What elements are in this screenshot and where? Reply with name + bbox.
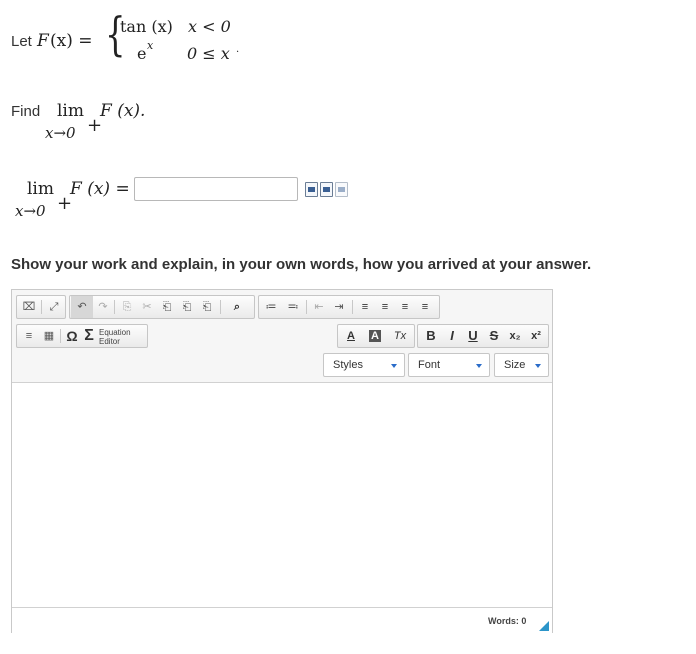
case2-exponent: x [147,39,154,52]
answer-lim-subscript: x→0 [15,202,46,220]
toolbar-separator [60,329,61,343]
font-dropdown-label: Font [418,359,441,371]
copy-icon[interactable]: ⎘ [118,296,136,318]
answer-lim-word: lim [27,179,54,199]
underline-button[interactable]: U [464,325,482,347]
math-preview-icon[interactable] [305,182,318,197]
align-right-icon[interactable]: ≡ [396,296,414,318]
equation-editor-label[interactable]: Equation Editor [99,328,131,346]
styles-dropdown[interactable]: Styles [323,353,405,377]
case1-condition: x < 0 [188,17,231,36]
rich-text-editor: ⌧ ⤢ ↶ ↷ ⎘ ✂ ⎗ ⎗ ⎗ ⌕ ≔ ≕ ⇤ ⇥ ≡ ≡ ≡ ≡ ≡ ▦ … [11,289,553,633]
background-color-icon[interactable]: A [365,325,385,347]
undo-icon[interactable]: ↶ [71,296,93,318]
paste-icon[interactable]: ⎗ [158,296,176,318]
toolbar-separator [114,300,115,314]
toolbar-group-basicstyles: B I U S x₂ x² [417,324,549,348]
special-char-icon[interactable]: Ω [64,325,80,347]
trailing-period: . [236,44,240,55]
find-word: Find [11,103,41,120]
text-color-icon[interactable]: A [341,325,361,347]
answer-lim-function: F (x) = [70,179,130,199]
styles-dropdown-label: Styles [333,359,363,371]
lim-function: F (x). [100,101,146,121]
source-icon[interactable]: ⌧ [20,296,38,318]
editor-footer: Words: 0 [12,607,552,633]
case2-expression: e [137,44,147,63]
bulleted-list-icon[interactable]: ≕ [284,296,302,318]
horizontal-rule-icon[interactable]: ≡ [20,325,38,347]
word-count: Words: 0 [488,616,527,626]
work-prompt: Show your work and explain, in your own … [11,256,592,273]
strikethrough-button[interactable]: S [485,325,503,347]
remove-format-icon[interactable]: Tx [390,325,410,347]
toolbar-group-clipboard: ↶ ↷ ⎘ ✂ ⎗ ⎗ ⎗ ⌕ [69,295,255,319]
numbered-list-icon[interactable]: ≔ [262,296,280,318]
align-justify-icon[interactable]: ≡ [416,296,434,318]
size-dropdown-label: Size [504,359,526,371]
answer-input[interactable] [134,177,298,201]
styles-dropdown-arrow-icon [391,364,397,368]
size-dropdown[interactable]: Size [494,353,549,377]
case1-expression: tan (x) [120,17,173,36]
func-arg: (x) = [50,31,93,51]
indent-icon[interactable]: ⇥ [330,296,348,318]
toolbar-group-document: ⌧ ⤢ [16,295,66,319]
equation-label-line2: Editor [99,337,120,346]
redo-icon[interactable]: ↷ [94,296,112,318]
font-dropdown[interactable]: Font [408,353,490,377]
resize-handle-icon[interactable] [539,621,549,631]
toolbar-separator [306,300,307,314]
paste-text-icon[interactable]: ⎗ [178,296,196,318]
case2-condition: 0 ≤ x [187,44,230,63]
size-dropdown-arrow-icon [535,364,541,368]
find-icon[interactable]: ⌕ [226,296,248,318]
paste-word-icon[interactable]: ⎗ [198,296,216,318]
background-color-glyph: A [369,330,381,342]
italic-button[interactable]: I [443,325,461,347]
superscript-button[interactable]: x² [527,325,545,347]
lim-subscript: x→0 [45,124,76,142]
let-word: Let [11,33,32,50]
editor-toolbar: ⌧ ⤢ ↶ ↷ ⎘ ✂ ⎗ ⎗ ⎗ ⌕ ≔ ≕ ⇤ ⇥ ≡ ≡ ≡ ≡ ≡ ▦ … [12,290,552,383]
subscript-button[interactable]: x₂ [506,325,524,347]
outdent-icon[interactable]: ⇤ [310,296,328,318]
toolbar-group-paragraph: ≔ ≕ ⇤ ⇥ ≡ ≡ ≡ ≡ [258,295,440,319]
editor-content-area[interactable] [12,383,552,607]
func-name: F [37,31,49,51]
align-center-icon[interactable]: ≡ [376,296,394,318]
font-dropdown-arrow-icon [476,364,482,368]
math-edit-icon[interactable] [320,182,333,197]
cut-icon[interactable]: ✂ [138,296,156,318]
math-help-icon[interactable] [335,182,348,197]
maximize-icon[interactable]: ⤢ [45,296,63,318]
toolbar-group-insert: ≡ ▦ Ω Σ Equation Editor [16,324,148,348]
toolbar-separator [220,300,221,314]
equation-editor-icon[interactable]: Σ [81,325,97,347]
equation-label-line1: Equation [99,328,131,337]
toolbar-group-colors: A A Tx [337,324,415,348]
lim-word: lim [57,101,84,121]
bold-button[interactable]: B [422,325,440,347]
toolbar-separator [352,300,353,314]
table-icon[interactable]: ▦ [40,325,58,347]
toolbar-separator [41,300,42,314]
align-left-icon[interactable]: ≡ [356,296,374,318]
